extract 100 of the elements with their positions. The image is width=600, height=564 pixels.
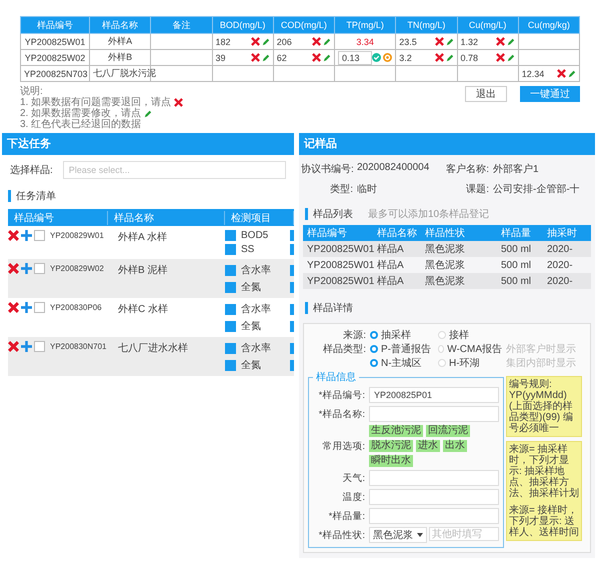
table-cell-text: 黑色泥浆 xyxy=(425,275,466,288)
cross-icon[interactable] xyxy=(496,37,505,46)
radio-option[interactable]: N-主城区 xyxy=(370,356,434,370)
select-field[interactable]: 黑色泥浆 xyxy=(369,527,427,543)
add-icon[interactable] xyxy=(21,341,32,352)
column-header: 备注 xyxy=(150,16,212,34)
checkbox[interactable] xyxy=(34,302,45,313)
delete-icon[interactable] xyxy=(8,302,19,313)
table-cell: 3.34 xyxy=(356,36,374,46)
option-tag[interactable]: 回流污泥 xyxy=(426,425,470,437)
table-cell: 12.34 xyxy=(522,68,544,78)
add-icon[interactable] xyxy=(21,230,32,241)
input-field[interactable] xyxy=(369,406,499,422)
table-cell: YP200825W02 xyxy=(24,52,86,62)
cross-icon[interactable] xyxy=(496,53,505,62)
test-label: SS xyxy=(241,244,256,255)
column-header: 样品名称 xyxy=(90,16,151,34)
input-field[interactable]: YP200825P01 xyxy=(369,387,499,403)
table-cell: YP200825W01 xyxy=(24,36,86,46)
column-header: 样品编号 xyxy=(20,16,90,34)
option-tag[interactable]: 进水 xyxy=(416,440,440,452)
action-button[interactable]: 退出 xyxy=(465,86,507,102)
checkbox[interactable] xyxy=(225,282,236,292)
table-cell-text: YP200825W01 xyxy=(307,244,376,254)
checkbox[interactable] xyxy=(225,320,236,332)
cross-icon[interactable] xyxy=(557,69,566,78)
note-text: 3. 红色代表已经退回的数据 xyxy=(20,119,142,130)
value-input[interactable]: 0.13 xyxy=(338,50,372,64)
hint-text: 外部客户时显示 xyxy=(506,342,576,356)
table-cell-text: 黑色泥浆 xyxy=(425,259,466,272)
input-field[interactable] xyxy=(369,470,499,486)
radio-option[interactable]: H-环湖 xyxy=(438,356,502,370)
radio-option[interactable]: P-普通报告 xyxy=(370,342,434,356)
checkbox[interactable] xyxy=(225,342,236,354)
table-cell: YP200829W02 xyxy=(50,264,104,273)
cross-icon[interactable] xyxy=(434,53,444,62)
checkbox[interactable] xyxy=(225,360,236,370)
add-icon[interactable] xyxy=(21,263,32,274)
cross-icon[interactable] xyxy=(250,53,260,62)
add-icon[interactable] xyxy=(21,302,32,313)
input-field[interactable]: 其他时填写 xyxy=(429,527,499,541)
column-header: BOD(mg/L) xyxy=(212,16,274,34)
cancel-icon[interactable] xyxy=(383,53,392,62)
checkbox[interactable] xyxy=(34,263,45,274)
rule-note: 编号规则: YP(yyMMdd)(上面选择的样品类型)(99) 编号必须唯一 xyxy=(506,376,582,437)
note-text: 来源= 抽采样时，下列才显示: 抽采样地点、抽采样方法、抽采样计划 xyxy=(509,444,579,499)
column-header: 样品性状 xyxy=(425,226,466,240)
sample-select[interactable]: Please select... xyxy=(62,161,286,179)
column-header: 样品量 xyxy=(501,226,532,240)
radio-option[interactable]: 抽采样 xyxy=(370,328,434,342)
field-label: 客户名称: xyxy=(445,162,490,176)
column-header: Cu(mg/kg) xyxy=(518,16,580,34)
column-header: 样品编号 xyxy=(8,210,108,224)
option-tag[interactable]: 生反池污泥 xyxy=(369,425,423,437)
check-icon[interactable] xyxy=(372,53,382,62)
table-cell-text: 2020- xyxy=(547,244,574,254)
table-cell-text: YP200825W01 xyxy=(307,260,376,270)
delete-icon[interactable] xyxy=(8,263,19,274)
input-field[interactable] xyxy=(369,489,499,505)
input-field[interactable] xyxy=(369,508,499,524)
table-cell-text: 500 ml xyxy=(501,260,532,270)
cross-icon[interactable] xyxy=(250,37,260,46)
table-cell: YP200825N703 xyxy=(24,68,88,78)
delete-icon[interactable] xyxy=(8,341,19,352)
table-cell-text: 500 ml xyxy=(501,276,532,286)
cross-icon[interactable] xyxy=(312,37,321,46)
column-header: 检测项目 xyxy=(225,210,294,224)
table-cell: 62 xyxy=(276,52,287,62)
radio-option[interactable]: 接样 xyxy=(438,328,502,342)
table-cell: 七八厂脱水污泥 xyxy=(93,68,156,78)
option-tag[interactable]: 脱水污泥 xyxy=(369,440,413,452)
pencil-icon[interactable] xyxy=(568,70,576,78)
note-text: 来源= 接样时，下列才显示: 送样人、送样时间 xyxy=(509,505,579,538)
option-tag[interactable]: 出水 xyxy=(443,440,467,452)
delete-icon[interactable] xyxy=(8,230,19,241)
checkbox[interactable] xyxy=(225,304,236,314)
table-cell-text: 样品A xyxy=(377,242,405,256)
cross-icon[interactable] xyxy=(434,37,444,46)
field-label: *样品量: xyxy=(328,510,365,522)
checkbox[interactable] xyxy=(225,230,236,241)
table-cell: YP200830P06 xyxy=(50,303,102,312)
radio-option[interactable]: W-CMA报告 xyxy=(438,342,502,356)
field-label: 类型: xyxy=(329,182,354,196)
checkbox[interactable] xyxy=(225,244,236,255)
column-header: 样品名称 xyxy=(108,210,225,224)
checkbox[interactable] xyxy=(34,230,45,241)
cross-icon[interactable] xyxy=(312,53,321,62)
test-label: 含水率 xyxy=(241,342,272,355)
table-cell: 39 xyxy=(216,52,226,62)
checkbox[interactable] xyxy=(225,264,236,276)
table-cell-text: 2020- xyxy=(547,260,574,270)
field-label: *样品编号: xyxy=(318,388,365,402)
table-cell-text: 外样A 水样 xyxy=(117,230,168,244)
option-tag[interactable]: 瞬时出水 xyxy=(369,455,413,467)
field-label: 常用选项: xyxy=(321,440,365,452)
section-title: 样品详情 xyxy=(313,302,353,315)
field-label: *样品名称: xyxy=(318,408,365,420)
field-label: 课题: xyxy=(465,183,490,196)
checkbox[interactable] xyxy=(34,341,45,352)
section-title: 任务清单 xyxy=(16,190,56,203)
